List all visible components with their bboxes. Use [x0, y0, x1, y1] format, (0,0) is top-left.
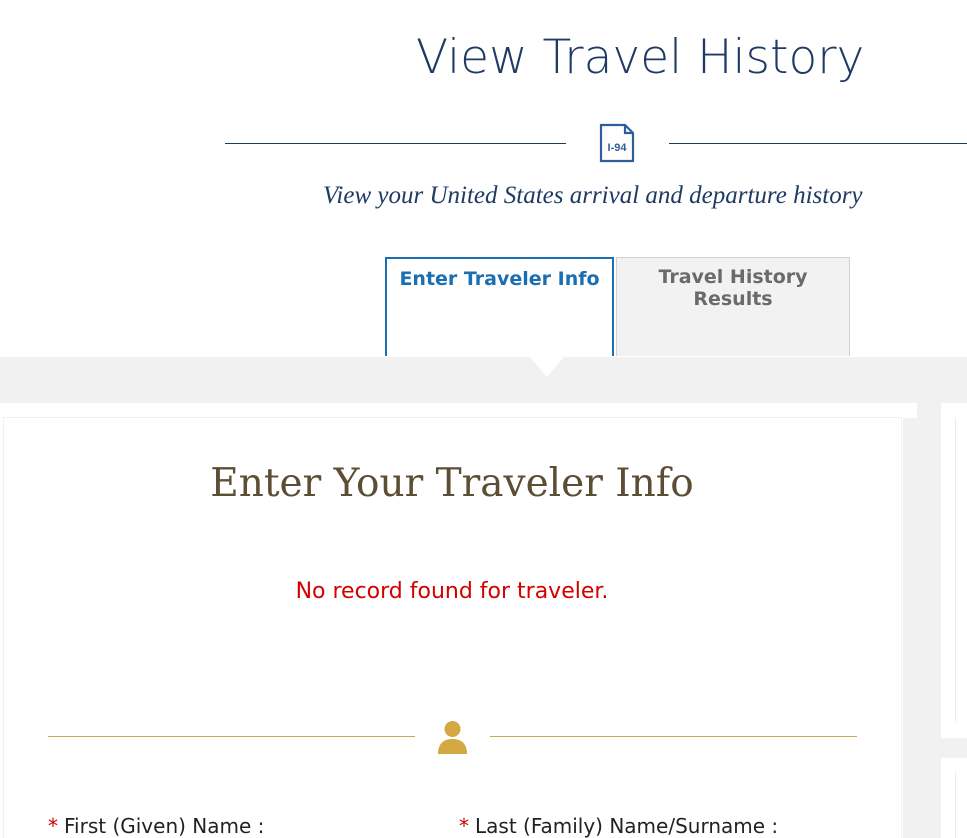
title-divider-right — [669, 143, 967, 144]
title-divider-left — [225, 143, 566, 144]
person-divider-left — [48, 736, 415, 737]
active-tab-pointer — [530, 357, 564, 377]
page: View Travel History I-94 View your Unite… — [0, 0, 967, 838]
i94-document-icon: I-94 — [599, 123, 635, 163]
page-title: View Travel History — [416, 30, 865, 85]
tab-label: Enter Traveler Info — [399, 268, 600, 290]
tab-travel-history-results[interactable]: Travel History Results — [616, 257, 850, 356]
person-divider-right — [490, 736, 857, 737]
last-name-label-text: Last (Family) Name/Surname : — [475, 814, 779, 838]
tab-label: Travel History Results — [658, 266, 808, 310]
side-panel-top-card — [955, 418, 967, 723]
required-marker: * — [48, 814, 58, 838]
required-marker: * — [459, 814, 469, 838]
tab-enter-traveler-info[interactable]: Enter Traveler Info — [385, 257, 614, 356]
i94-icon-label: I-94 — [608, 142, 628, 154]
side-panel-bottom-card — [955, 772, 967, 838]
last-name-label: * Last (Family) Name/Surname : — [459, 814, 778, 838]
panel-gutter — [903, 418, 917, 838]
first-name-label-text: First (Given) Name : — [64, 814, 265, 838]
first-name-label: * First (Given) Name : — [48, 814, 264, 838]
page-subtitle: View your United States arrival and depa… — [323, 182, 863, 209]
error-message: No record found for traveler. — [295, 579, 609, 604]
user-icon — [438, 721, 467, 754]
section-title: Enter Your Traveler Info — [210, 461, 694, 506]
